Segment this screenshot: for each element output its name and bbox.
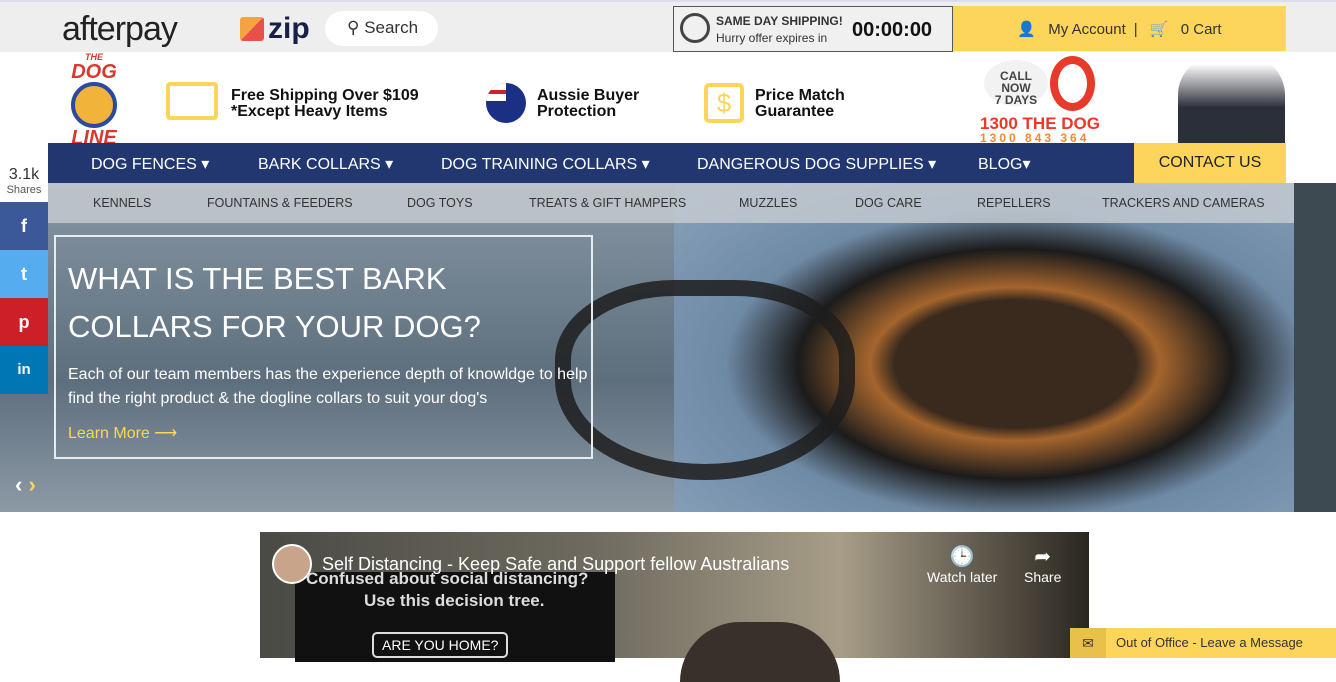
share-arrow-icon: ➦ [1034, 546, 1052, 568]
subnav-treats-gift-hampers[interactable]: TREATS & GIFT HAMPERS [529, 196, 686, 210]
linkedin-share-button[interactable]: in [0, 346, 48, 394]
staff-photo [1178, 55, 1285, 143]
feature-buyer-protection: Aussie Buyer Protection [537, 87, 640, 120]
feature-free-shipping: Free Shipping Over $109 *Except Heavy Ite… [231, 87, 419, 120]
contact-us-button[interactable]: CONTACT US [1134, 143, 1286, 183]
subnav-dog-care[interactable]: DOG CARE [855, 196, 922, 210]
nav-dangerous-dog-supplies[interactable]: DANGEROUS DOG SUPPLIES ▾ [697, 154, 936, 174]
share-count: 3.1k Shares [0, 162, 48, 202]
timer-title: SAME DAY SHIPPING! [716, 14, 843, 28]
account-bar: 👤 My Account | 🛒 0 Cart [953, 6, 1286, 51]
clock-icon: 🕒 [949, 546, 975, 568]
dog-line-logo[interactable]: THE DOG LINE [62, 52, 126, 148]
next-slide-arrow-icon[interactable]: › [28, 472, 35, 497]
video-title[interactable]: Self Distancing - Keep Safe and Support … [322, 554, 789, 575]
bark-collar-image [555, 280, 855, 480]
cart-link[interactable]: 🛒 0 Cart [1146, 21, 1226, 38]
australia-flag-icon [486, 83, 526, 123]
share-video-button[interactable]: ➦ Share [1024, 544, 1061, 585]
truck-icon [166, 82, 218, 120]
video-overlay-text-2: Use this decision tree. [364, 591, 545, 610]
chat-widget[interactable]: ✉ Out of Office - Leave a Message [1070, 628, 1336, 658]
envelope-icon: ✉ [1070, 628, 1106, 658]
nav-dog-training-collars[interactable]: DOG TRAINING COLLARS ▾ [441, 154, 650, 174]
cart-icon: 🛒 [1149, 21, 1169, 38]
video-player[interactable]: Confused about social distancing? Use th… [260, 532, 1089, 682]
top-bar: afterpay zip ⚲ Search SAME DAY SHIPPING!… [0, 0, 1336, 52]
main-nav: DOG FENCES ▾ BARK COLLARS ▾ DOG TRAINING… [48, 143, 1134, 183]
nav-dog-fences[interactable]: DOG FENCES ▾ [91, 154, 209, 174]
zip-logo: zip [240, 12, 310, 46]
hero-edge [1294, 183, 1336, 512]
timer-subtitle: Hurry offer expires in [716, 31, 828, 45]
subnav-dog-toys[interactable]: DOG TOYS [407, 196, 473, 210]
chat-label: Out of Office - Leave a Message [1116, 635, 1303, 650]
hero-caption: WHAT IS THE BEST BARK COLLARS FOR YOUR D… [54, 235, 593, 459]
hero-text: Each of our team members has the experie… [68, 366, 588, 407]
prev-slide-arrow-icon[interactable]: ‹ [15, 472, 22, 497]
slider-arrows: ‹ › [15, 472, 36, 498]
user-icon: 👤 [1017, 21, 1037, 38]
timer-value: 00:00:00 [852, 19, 933, 41]
learn-more-link[interactable]: Learn More ⟶ [68, 423, 177, 443]
afterpay-logo: afterpay [62, 10, 178, 48]
nav-blog[interactable]: BLOG▾ [978, 154, 1031, 174]
subnav-repellers[interactable]: REPELLERS [977, 196, 1051, 210]
search-button[interactable]: ⚲ Search [325, 11, 438, 46]
subnav-muzzles[interactable]: MUZZLES [739, 196, 797, 210]
shipping-timer: SAME DAY SHIPPING! Hurry offer expires i… [673, 6, 953, 52]
share-sidebar: 3.1k Shares f t p in [0, 162, 48, 394]
subnav-trackers-cameras[interactable]: TRACKERS AND CAMERAS [1102, 196, 1265, 210]
feature-price-match: Price Match Guarantee [755, 87, 845, 120]
hero-title: WHAT IS THE BEST BARK COLLARS FOR YOUR D… [68, 261, 481, 344]
phone-icon [1050, 56, 1095, 111]
alarm-clock-icon [680, 13, 710, 43]
facebook-share-button[interactable]: f [0, 202, 48, 250]
sub-nav: KENNELS FOUNTAINS & FEEDERS DOG TOYS TRE… [48, 183, 1294, 223]
pinterest-share-button[interactable]: p [0, 298, 48, 346]
dollar-icon: $ [704, 83, 744, 123]
video-person [680, 622, 840, 682]
search-icon: ⚲ [347, 18, 365, 37]
nav-bark-collars[interactable]: BARK COLLARS ▾ [258, 154, 393, 174]
twitter-share-button[interactable]: t [0, 250, 48, 298]
video-overlay-box: ARE YOU HOME? [372, 632, 509, 658]
my-account-link[interactable]: 👤 My Account [1013, 21, 1129, 38]
subnav-fountains-feeders[interactable]: FOUNTAINS & FEEDERS [207, 196, 353, 210]
watch-later-button[interactable]: 🕒 Watch later [927, 544, 997, 585]
call-now-banner[interactable]: CALL NOW 7 DAYS 1300 THE DOG 1300 843 364 [980, 56, 1115, 146]
subnav-kennels[interactable]: KENNELS [93, 196, 151, 210]
